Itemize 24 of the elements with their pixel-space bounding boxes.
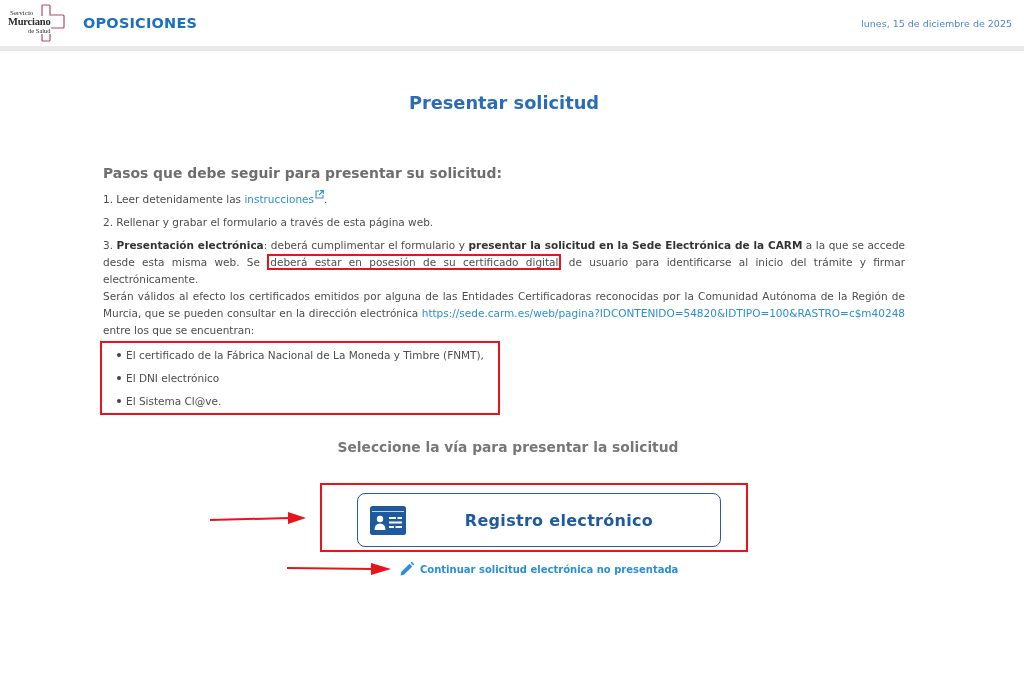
highlight-frame: deberá estar en posesión de su certificado digital (267, 254, 562, 270)
step-text: 2. Rellenar y grabar el formulario a través de esta página web. (103, 215, 435, 230)
step-text: 3. Presentación electrónica: deberá cumplimentar el formulario y presentar la solicitud en la Sede Electrónica de la CARM a la que se accede desde esta misma web. Se deberá estar en posesión de su certificado digital de usuario para identificarse al inicio del trámite y firmar electrónicamente. (103, 238, 905, 287)
id-card-icon (370, 505, 406, 535)
app-title: OPOSICIONES (83, 15, 198, 31)
continue-link[interactable]: Continuar solicitud electrónica no presentada (400, 562, 679, 576)
step-text: Serán válidos al efecto los certificados emitidos por alguna de las Entidades Certificadoras reconocidas por la Comunidad Autónoma de la Región de Murcia, que se pueden consultar en la dirección electrónica https://sede.carm.es/web/pagina?IDCONTENIDO=54820&IDTIPO=100&RASTRO=c$m40248 entre los que se encuentran: (103, 289, 905, 338)
logo-text: Murciano (8, 17, 51, 28)
register-button[interactable]: Registro electrónico (357, 493, 721, 547)
section-heading: Seleccione la vía para presentar la solicitud (336, 439, 680, 456)
date-text: lunes, 15 de diciembre de 2025 (861, 17, 1012, 29)
step-text: 1. Leer detenidamente las instrucciones . (103, 190, 905, 208)
page-title: Presentar solicitud (407, 92, 601, 114)
external-link-icon (315, 190, 324, 199)
bullet-icon (117, 375, 121, 380)
certificate-item: El certificado de la Fábrica Nacional de La Moneda y Timbre (FNMT), (126, 348, 484, 361)
steps-heading: Pasos que debe seguir para presentar su solicitud: (103, 164, 503, 182)
bullet-icon (117, 352, 121, 357)
pencil-icon (400, 562, 414, 576)
certificate-item: El Sistema Cl@ve. (126, 394, 222, 407)
text-link[interactable]: https://sede.carm.es/web/pagina?IDCONTENIDO=54820&IDTIPO=100&RASTRO=c$m40248 (421, 307, 905, 319)
text-link[interactable]: instrucciones (244, 193, 324, 205)
certificate-item: El DNI electrónico (126, 371, 220, 384)
bullet-icon (117, 398, 121, 403)
